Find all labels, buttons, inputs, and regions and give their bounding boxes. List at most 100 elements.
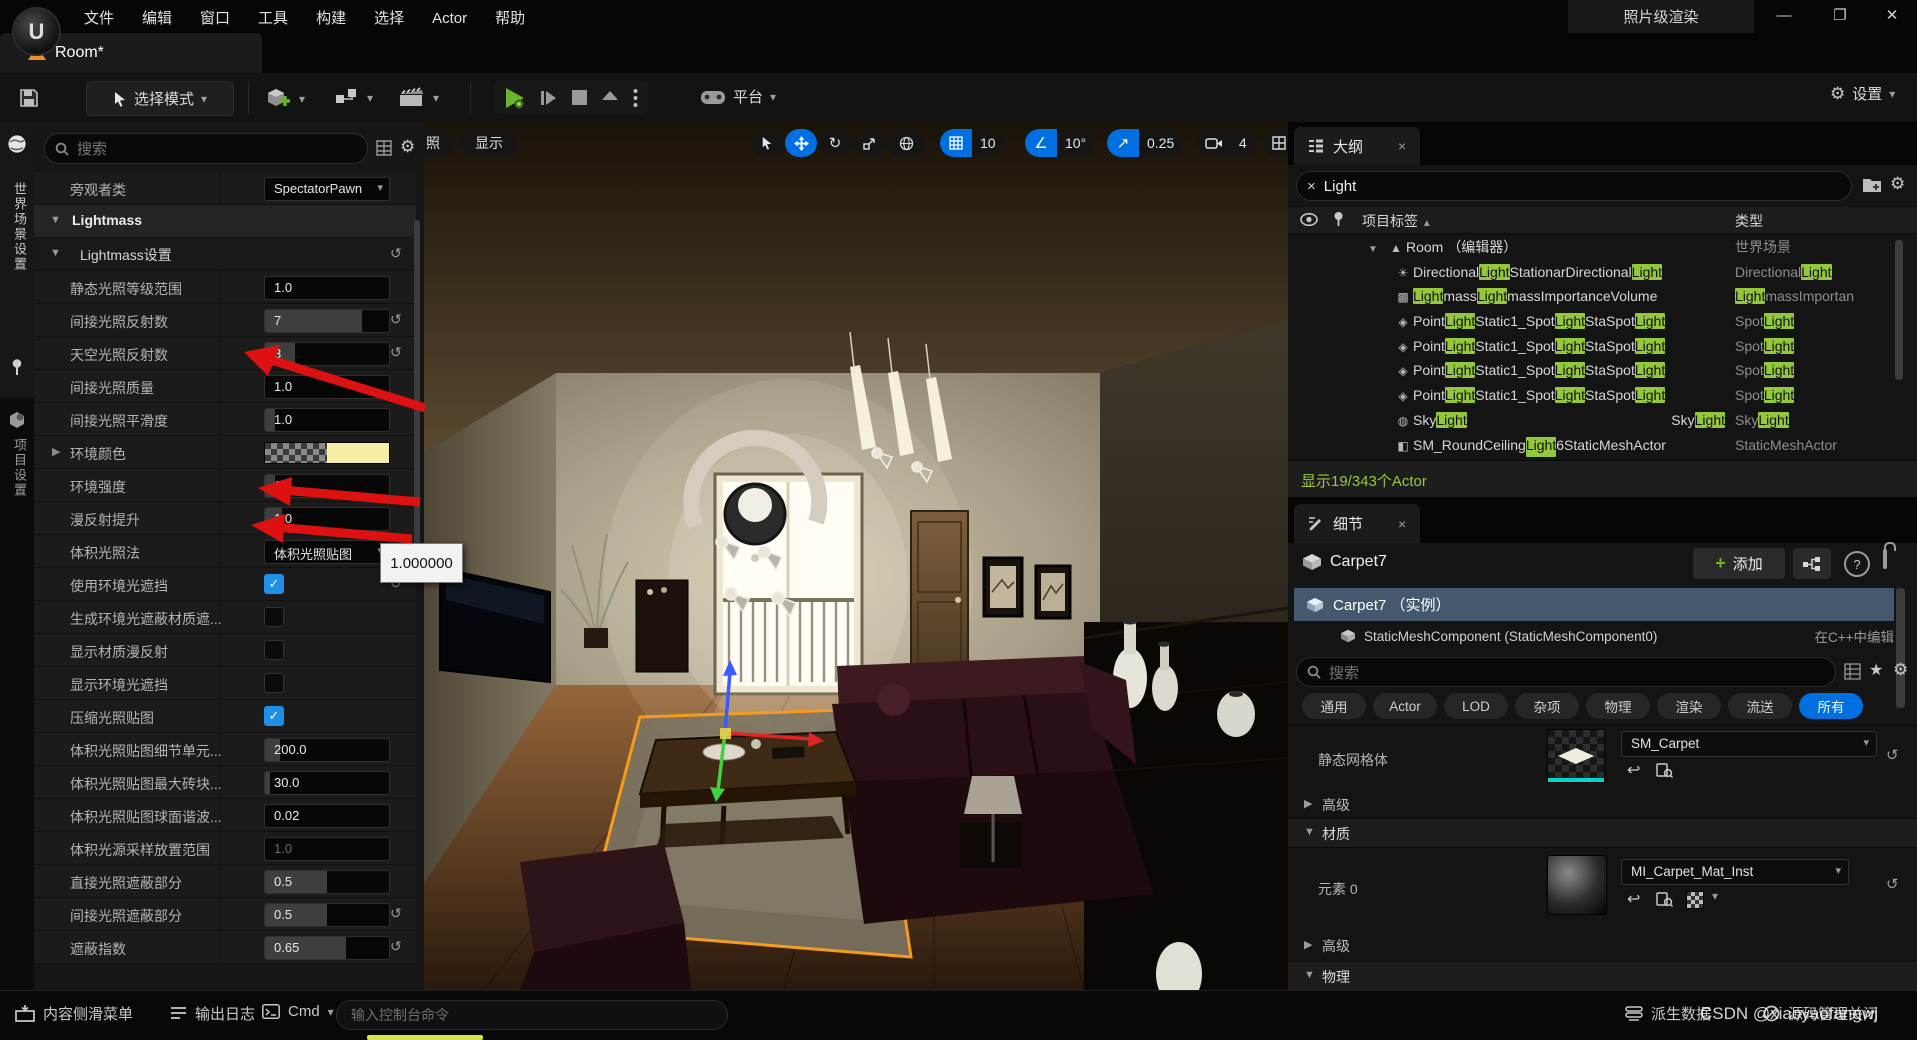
cmd-dropdown[interactable]: Cmd ▾ — [262, 1003, 334, 1020]
menu-item-1[interactable]: 编辑 — [128, 0, 186, 35]
chevron-down-icon[interactable]: ▼ — [1368, 238, 1386, 260]
outliner-row[interactable]: ▼▲Room （编辑器）世界场景 — [1288, 235, 1917, 260]
add-actor-dropdown[interactable]: ▾ — [266, 87, 305, 111]
browse-to-asset-icon[interactable] — [1656, 891, 1673, 907]
scrollbar[interactable] — [1896, 588, 1905, 708]
grid-snap-value[interactable]: 10 — [972, 129, 1004, 157]
help-icon[interactable]: ? — [1844, 551, 1870, 577]
blueprints-dropdown[interactable]: ▾ — [334, 87, 373, 109]
scale-snap-control[interactable]: ↗ 0.25 — [1107, 129, 1182, 157]
slider-field[interactable]: 200.0 — [264, 738, 390, 762]
filter-tab-通用[interactable]: 通用 — [1302, 693, 1366, 719]
filter-tab-渲染[interactable]: 渲染 — [1657, 693, 1721, 719]
reset-icon[interactable]: ↺ — [390, 344, 402, 361]
scale-snap-icon[interactable]: ↗ — [1107, 129, 1139, 157]
lit-mode-button[interactable]: 照 — [424, 129, 454, 157]
skip-frame-icon[interactable] — [540, 89, 558, 107]
column-item-label[interactable]: 项目标签 ▲ — [1362, 211, 1432, 231]
slider-field[interactable]: 0.5 — [264, 870, 390, 894]
component-row-staticmesh[interactable]: StaticMeshComponent (StaticMeshComponent… — [1294, 623, 1894, 649]
close-icon[interactable]: × — [1398, 138, 1406, 154]
outliner-row[interactable]: ◈PointLightStatic1_SpotLightStaSpotLight… — [1288, 358, 1917, 383]
value-field[interactable]: 0.02 — [264, 804, 390, 828]
filter-tab-杂项[interactable]: 杂项 — [1515, 693, 1579, 719]
grid-snap-control[interactable]: 10 — [940, 129, 1004, 157]
display-options-icon[interactable] — [1844, 663, 1861, 680]
eject-icon[interactable] — [601, 90, 619, 106]
value-field[interactable]: 1.0 — [264, 375, 390, 399]
settings-dropdown[interactable]: ⚙ 设置 ▾ — [1830, 83, 1895, 104]
checkbox[interactable]: ✓ — [264, 706, 284, 726]
details-search-input[interactable]: 搜索 — [1296, 657, 1836, 687]
show-menu-button[interactable]: 显示 — [461, 129, 517, 157]
material-sphere-thumbnail[interactable] — [1547, 855, 1607, 915]
world-settings-search-input[interactable]: 搜索 — [44, 133, 368, 164]
tab-details[interactable]: 细节 × — [1294, 504, 1420, 543]
scrollbar[interactable] — [1895, 240, 1903, 380]
slider-field[interactable]: 1.0 — [264, 507, 390, 531]
minimize-button[interactable]: — — [1762, 0, 1806, 30]
browse-to-asset-icon[interactable] — [1656, 762, 1673, 778]
cinematics-dropdown[interactable]: ▾ — [398, 87, 439, 109]
grid-view-icon[interactable] — [376, 140, 392, 156]
content-drawer-button[interactable]: 内容侧滑菜单 — [15, 1003, 133, 1024]
advanced-expander-1[interactable]: ▶ 高级 — [1288, 790, 1917, 816]
outliner-row[interactable]: ◈PointLightStatic1_SpotLightStaSpotLight… — [1288, 309, 1917, 334]
reset-icon[interactable]: ↺ — [1886, 875, 1899, 893]
camera-speed-control[interactable]: 4 — [1197, 129, 1255, 157]
menu-item-3[interactable]: 工具 — [244, 0, 302, 35]
maximize-button[interactable]: ❐ — [1818, 0, 1862, 30]
outliner-search-input[interactable]: × Light — [1296, 171, 1852, 201]
gear-icon[interactable]: ⚙ — [1890, 174, 1905, 194]
filter-tab-流送[interactable]: 流送 — [1728, 693, 1792, 719]
checkbox[interactable] — [264, 607, 284, 627]
menu-item-4[interactable]: 构建 — [302, 0, 360, 35]
material-select[interactable]: MI_Carpet_Mat_Inst ▾ — [1621, 859, 1849, 885]
filter-tab-LOD[interactable]: LOD — [1444, 693, 1508, 719]
reset-icon[interactable]: ↺ — [1886, 746, 1899, 764]
menu-item-2[interactable]: 窗口 — [186, 0, 244, 35]
project-settings-icon[interactable] — [7, 410, 27, 430]
use-selected-icon[interactable]: ↩ — [1627, 760, 1640, 780]
materials-section-header[interactable]: ▼ 材质 — [1288, 818, 1917, 848]
outliner-row[interactable]: ◍SkyLightSkyLightSkyLight — [1288, 408, 1917, 433]
pin-icon[interactable] — [9, 358, 25, 376]
color-swatch[interactable] — [264, 442, 390, 464]
slider-field[interactable]: 0.65 — [264, 936, 390, 960]
outliner-row[interactable]: ◈PointLightStatic1_SpotLightStaSpotLight… — [1288, 383, 1917, 408]
chevron-down-icon[interactable]: ▾ — [1712, 889, 1718, 903]
outliner-row[interactable]: ◧SM_RoundCeilingLight6StaticMeshActorSta… — [1288, 433, 1917, 458]
close-button[interactable]: ✕ — [1870, 0, 1914, 30]
slider-field[interactable]: 3 — [264, 342, 390, 366]
filter-tab-Actor[interactable]: Actor — [1373, 693, 1437, 719]
scale-snap-value[interactable]: 0.25 — [1139, 129, 1182, 157]
static-mesh-thumbnail[interactable] — [1547, 729, 1605, 783]
select-tool-button[interactable] — [751, 129, 783, 157]
chevron-down-icon[interactable]: ▼ — [50, 247, 61, 259]
filter-tab-所有[interactable]: 所有 — [1799, 693, 1863, 719]
gear-icon[interactable]: ⚙ — [400, 137, 415, 157]
ws-section-Lightmass设置[interactable]: ▼Lightmass设置↺ — [34, 238, 416, 271]
move-tool-button[interactable] — [785, 129, 817, 157]
clear-search-icon[interactable]: × — [1307, 178, 1316, 195]
rotate-tool-button[interactable]: ↻ — [819, 129, 851, 157]
component-hierarchy-button[interactable] — [1793, 548, 1831, 579]
world-local-toggle[interactable] — [887, 129, 925, 157]
static-mesh-select[interactable]: SM_Carpet ▾ — [1621, 731, 1877, 757]
checkbox[interactable]: ✓ — [264, 574, 284, 594]
source-control-button[interactable]: 源码管理关闭 — [1763, 1003, 1878, 1024]
value-field[interactable]: 1.0 — [264, 276, 390, 300]
dropdown-field[interactable]: 体积光照贴图▾ — [264, 540, 390, 564]
physics-section-header[interactable]: ▼ 物理 — [1288, 961, 1917, 991]
outliner-row[interactable]: ▩LightmassLightmassImportanceVolumeLight… — [1288, 284, 1917, 309]
viewport[interactable]: 照 显示 ↻ 10 ∠ 10° ↗ 0.25 4 — [424, 122, 1288, 990]
menu-item-7[interactable]: 帮助 — [481, 0, 539, 35]
slider-field[interactable]: 7 — [264, 309, 390, 333]
reset-icon[interactable]: ↺ — [390, 938, 402, 955]
column-type[interactable]: 类型 — [1735, 211, 1763, 231]
output-log-button[interactable]: 输出日志 — [170, 1003, 255, 1024]
checkbox[interactable] — [264, 673, 284, 693]
unlock-icon[interactable] — [1883, 549, 1887, 569]
console-command-input[interactable]: 输入控制台命令 — [336, 1000, 728, 1030]
value-field[interactable]: 1.0 — [264, 837, 390, 861]
